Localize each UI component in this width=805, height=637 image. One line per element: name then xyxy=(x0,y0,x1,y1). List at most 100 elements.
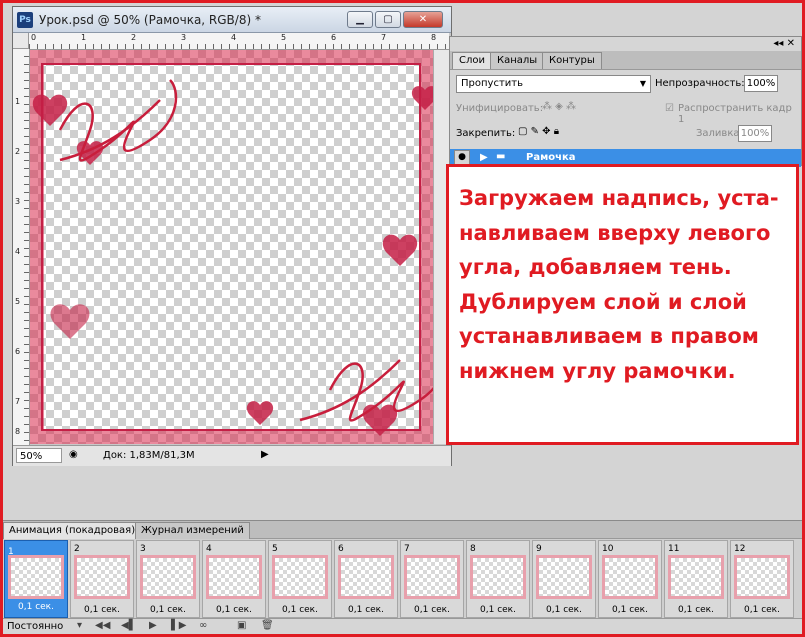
ruler-h-label: 7 xyxy=(381,33,387,42)
trash-icon[interactable]: 🗑︎ xyxy=(261,620,274,631)
unify-label: Унифицировать: xyxy=(456,103,544,114)
frame-thumbnail xyxy=(536,555,592,599)
layers-panel-tabs: Слои Каналы Контуры xyxy=(450,51,801,70)
chevron-down-icon: ▼ xyxy=(639,79,646,88)
ruler-h-label: 2 xyxy=(131,33,137,42)
frame-thumbnail xyxy=(8,555,64,599)
ruler-h-label: 5 xyxy=(281,33,287,42)
frame-thumbnail xyxy=(470,555,526,599)
photoshop-icon: Ps xyxy=(17,12,33,28)
document-window: Ps Урок.psd @ 50% (Рамочка, RGB/8) * ▁ ▢… xyxy=(12,6,452,466)
ruler-h-label: 6 xyxy=(331,33,337,42)
animation-frame[interactable]: 4 0,1 сек. xyxy=(202,540,266,618)
frame-delay[interactable]: 0,1 сек. xyxy=(71,605,133,615)
lock-icons[interactable]: ▢ ✎ ✥ 🔒︎ xyxy=(518,126,559,137)
frame-number: 10 xyxy=(602,544,614,554)
tab-animation[interactable]: Анимация (покадровая) xyxy=(3,522,142,539)
frame-delay[interactable]: 0,1 сек. xyxy=(731,605,793,615)
horizontal-ruler[interactable]: 0 1 2 3 4 5 6 7 8 xyxy=(29,33,449,50)
panel-collapse-icon[interactable]: ◂◂ ✕ xyxy=(773,38,795,49)
tab-layers[interactable]: Слои xyxy=(452,52,492,69)
frame-delay[interactable]: 0,1 сек. xyxy=(467,605,529,615)
loop-select[interactable]: Постоянно xyxy=(7,620,81,633)
frame-delay[interactable]: 0,1 сек. xyxy=(401,605,463,615)
frame-number: 3 xyxy=(140,544,146,554)
doc-size-info: Док: 1,83M/81,3M xyxy=(103,450,195,461)
ruler-h-label: 3 xyxy=(181,33,187,42)
opacity-field[interactable]: 100% xyxy=(744,75,778,92)
chevron-down-icon[interactable]: ▾ xyxy=(77,620,82,631)
animation-frame[interactable]: 1 0,1 сек. xyxy=(4,540,68,618)
instruction-callout: Загружаем надпись, уста- навливаем вверх… xyxy=(446,164,799,445)
layer-name: Рамочка xyxy=(526,152,576,163)
tween-icon[interactable]: ∞ xyxy=(199,620,207,631)
frame-delay[interactable]: 0,1 сек. xyxy=(5,599,67,615)
next-frame-icon[interactable]: ▌▶ xyxy=(171,620,186,631)
tab-measurement-log[interactable]: Журнал измерений xyxy=(135,522,250,539)
ruler-h-label: 8 xyxy=(431,33,437,42)
frame-number: 4 xyxy=(206,544,212,554)
callout-line: нижнем углу рамочки. xyxy=(459,358,736,383)
heart-frame-artwork xyxy=(30,50,433,444)
animation-frame[interactable]: 5 0,1 сек. xyxy=(268,540,332,618)
frame-delay[interactable]: 0,1 сек. xyxy=(137,605,199,615)
ruler-h-label: 4 xyxy=(231,33,237,42)
callout-line: устанавливаем в правом xyxy=(459,324,759,348)
frame-delay[interactable]: 0,1 сек. xyxy=(599,605,661,615)
tab-paths[interactable]: Контуры xyxy=(542,52,602,69)
frame-number: 8 xyxy=(470,544,476,554)
new-frame-icon[interactable]: ▣ xyxy=(237,620,246,631)
layers-panel: ◂◂ ✕ Слои Каналы Контуры Пропустить ▼ Не… xyxy=(449,36,802,167)
vertical-ruler[interactable]: 1 2 3 4 5 6 7 8 xyxy=(13,49,30,445)
play-icon[interactable]: ▶ xyxy=(149,620,157,631)
frame-thumbnail xyxy=(338,555,394,599)
frame-delay[interactable]: 0,1 сек. xyxy=(203,605,265,615)
eye-icon[interactable]: ● xyxy=(454,150,470,165)
animation-frame[interactable]: 8 0,1 сек. xyxy=(466,540,530,618)
frame-thumbnail xyxy=(734,555,790,599)
animation-frame[interactable]: 12 0,1 сек. xyxy=(730,540,794,618)
callout-line: Дублируем слой и слой xyxy=(459,289,747,314)
propagate-checkbox[interactable]: ☑ xyxy=(665,103,674,114)
prev-frame-icon[interactable]: ◀▌ xyxy=(121,620,136,631)
tab-channels[interactable]: Каналы xyxy=(490,52,545,69)
first-frame-icon[interactable]: ◀◀ xyxy=(95,620,110,631)
folder-icon: ▬ xyxy=(496,151,506,162)
animation-frame[interactable]: 9 0,1 сек. xyxy=(532,540,596,618)
callout-line: навливаем вверху левого xyxy=(459,220,771,245)
unify-icons[interactable]: ⁂ ◈ ⁂ xyxy=(542,101,576,112)
minimize-icon[interactable]: ▁ xyxy=(347,11,373,28)
animation-frame[interactable]: 2 0,1 сек. xyxy=(70,540,134,618)
animation-frame[interactable]: 6 0,1 сек. xyxy=(334,540,398,618)
canvas[interactable] xyxy=(30,50,433,444)
animation-frame[interactable]: 10 0,1 сек. xyxy=(598,540,662,618)
ruler-corner xyxy=(13,33,29,49)
status-menu-arrow-icon[interactable]: ▶ xyxy=(261,449,269,460)
zoom-field[interactable]: 50% xyxy=(16,448,62,463)
fill-label: Заливка: xyxy=(696,128,743,139)
frame-number: 2 xyxy=(74,544,80,554)
blend-mode-select[interactable]: Пропустить ▼ xyxy=(456,75,651,93)
maximize-icon[interactable]: ▢ xyxy=(375,11,401,28)
expand-arrow-icon[interactable]: ▶ xyxy=(480,152,488,163)
frame-delay[interactable]: 0,1 сек. xyxy=(533,605,595,615)
frame-delay[interactable]: 0,1 сек. xyxy=(335,605,397,615)
document-title-bar[interactable]: Ps Урок.psd @ 50% (Рамочка, RGB/8) * ▁ ▢… xyxy=(13,7,451,33)
frame-thumbnail xyxy=(140,555,196,599)
status-bar: 50% ◉ Док: 1,83M/81,3M ▶ xyxy=(13,445,451,466)
animation-tabs: Анимация (покадровая) Журнал измерений xyxy=(3,521,802,539)
blend-mode-value: Пропустить xyxy=(461,78,523,89)
status-info-icon[interactable]: ◉ xyxy=(69,449,78,460)
ruler-v-label: 2 xyxy=(15,147,21,156)
lock-label: Закрепить: xyxy=(456,128,516,139)
frame-delay[interactable]: 0,1 сек. xyxy=(269,605,331,615)
animation-frame[interactable]: 3 0,1 сек. xyxy=(136,540,200,618)
animation-frame[interactable]: 11 0,1 сек. xyxy=(664,540,728,618)
close-icon[interactable]: ✕ xyxy=(403,11,443,28)
fill-field[interactable]: 100% xyxy=(738,125,772,142)
ruler-v-label: 6 xyxy=(15,347,21,356)
animation-frame[interactable]: 7 0,1 сек. xyxy=(400,540,464,618)
frame-delay[interactable]: 0,1 сек. xyxy=(665,605,727,615)
opacity-label: Непрозрачность: xyxy=(655,78,745,89)
frame-number: 12 xyxy=(734,544,746,554)
